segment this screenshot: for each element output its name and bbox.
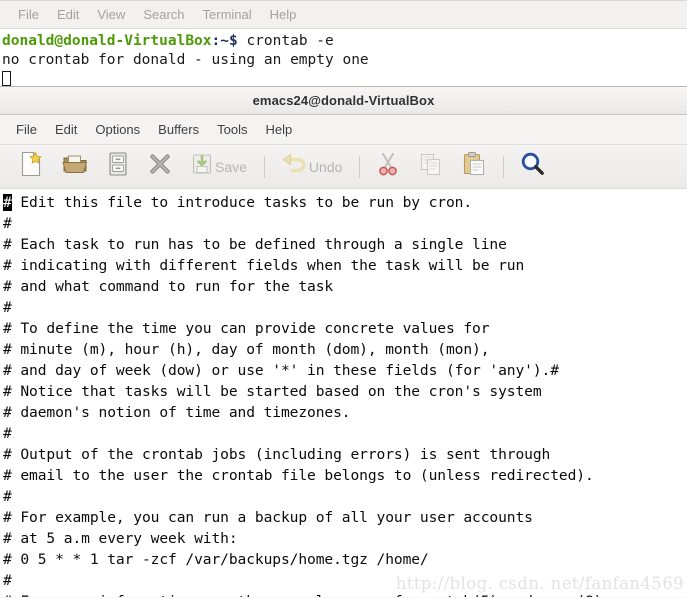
terminal-prompt-user: donald@donald-VirtualBox: [2, 33, 212, 49]
term-menu-terminal[interactable]: Terminal: [194, 1, 261, 28]
buffer-line: #: [3, 215, 12, 232]
close-x-icon: [148, 152, 172, 181]
emacs-window-title: emacs24@donald-VirtualBox: [252, 93, 435, 108]
terminal-cursor: [2, 71, 11, 86]
emacs-menu-file[interactable]: File: [7, 115, 46, 144]
term-menu-edit[interactable]: Edit: [48, 1, 88, 28]
paste-icon: [462, 151, 486, 182]
buffer-line: # To define the time you can provide con…: [3, 320, 490, 337]
search-magnifier-icon: [520, 151, 546, 182]
emacs-point-cursor: #: [3, 194, 12, 211]
paste-button[interactable]: [457, 150, 491, 184]
screen-root: File Edit View Search Terminal Help dona…: [0, 0, 687, 598]
save-button[interactable]: Save: [186, 150, 252, 184]
toolbar-separator-1: [263, 155, 265, 178]
cut-scissors-icon: [376, 151, 400, 182]
emacs-text-buffer[interactable]: # Edit this file to introduce tasks to b…: [0, 189, 687, 597]
save-as-icon: [107, 151, 129, 182]
buffer-line: # at 5 a.m every week with:: [3, 530, 238, 547]
new-file-icon: [19, 151, 43, 182]
toolbar-separator-2: [359, 155, 361, 178]
buffer-line: # minute (m), hour (h), day of month (do…: [3, 341, 490, 358]
terminal-menubar: File Edit View Search Terminal Help: [0, 1, 687, 29]
undo-button-label: Undo: [308, 158, 343, 175]
emacs-menu-buffers[interactable]: Buffers: [149, 115, 208, 144]
cut-button[interactable]: [371, 150, 405, 184]
emacs-titlebar[interactable]: emacs24@donald-VirtualBox: [0, 87, 687, 115]
buffer-line: # For example, you can run a backup of a…: [3, 509, 533, 526]
save-as-button[interactable]: [102, 150, 134, 184]
buffer-line: #: [3, 488, 12, 505]
save-button-label: Save: [215, 158, 247, 175]
save-icon: [191, 152, 213, 181]
toolbar-separator-3: [503, 155, 505, 178]
term-menu-file[interactable]: File: [9, 1, 48, 28]
buffer-line: # email to the user the crontab file bel…: [3, 467, 594, 484]
terminal-output-line: no crontab for donald - using an empty o…: [2, 52, 369, 68]
copy-icon: [419, 152, 443, 181]
search-button[interactable]: [515, 150, 551, 184]
close-buffer-button[interactable]: [143, 150, 177, 184]
buffer-line: # and day of week (dow) or use '*' in th…: [3, 362, 559, 379]
emacs-window: emacs24@donald-VirtualBox File Edit Opti…: [0, 86, 687, 598]
buffer-line: # and what command to run for the task: [3, 278, 334, 295]
terminal-command: crontab -e: [237, 33, 334, 49]
buffer-line-text: Edit this file to introduce tasks to be …: [11, 194, 473, 211]
undo-button[interactable]: Undo: [276, 150, 347, 184]
emacs-menubar: File Edit Options Buffers Tools Help: [0, 115, 687, 145]
emacs-menu-options[interactable]: Options: [86, 115, 149, 144]
terminal-output-area[interactable]: donald@donald-VirtualBox:~$ crontab -e n…: [0, 29, 687, 89]
emacs-menu-edit[interactable]: Edit: [46, 115, 86, 144]
undo-icon: [281, 153, 307, 180]
buffer-line: # Each task to run has to be defined thr…: [3, 236, 507, 253]
terminal-prompt-path: :~$: [211, 33, 238, 49]
buffer-line: # For more information see the manual pa…: [3, 591, 687, 597]
buffer-line: #: [3, 425, 12, 442]
emacs-toolbar: Save Undo: [0, 145, 687, 189]
term-menu-help[interactable]: Help: [261, 1, 306, 28]
copy-button[interactable]: [414, 150, 448, 184]
emacs-menu-help[interactable]: Help: [256, 115, 301, 144]
buffer-line: # Output of the crontab jobs (including …: [3, 446, 551, 463]
term-menu-view[interactable]: View: [88, 1, 134, 28]
buffer-line: # Edit this file to introduce tasks to b…: [3, 192, 687, 213]
open-file-button[interactable]: [57, 150, 93, 184]
buffer-line: # Notice that tasks will be started base…: [3, 383, 542, 400]
buffer-line: #: [3, 572, 12, 589]
buffer-line: # daemon's notion of time and timezones.: [3, 404, 351, 421]
new-file-button[interactable]: [14, 150, 48, 184]
open-folder-icon: [62, 151, 88, 182]
buffer-line: # indicating with different fields when …: [3, 257, 525, 274]
emacs-menu-tools[interactable]: Tools: [208, 115, 256, 144]
term-menu-search[interactable]: Search: [134, 1, 193, 28]
terminal-prompt-line: donald@donald-VirtualBox:~$ crontab -e: [2, 32, 687, 51]
buffer-line: # 0 5 * * 1 tar -zcf /var/backups/home.t…: [3, 551, 429, 568]
terminal-window: File Edit View Search Terminal Help dona…: [0, 0, 687, 89]
buffer-line: #: [3, 299, 12, 316]
